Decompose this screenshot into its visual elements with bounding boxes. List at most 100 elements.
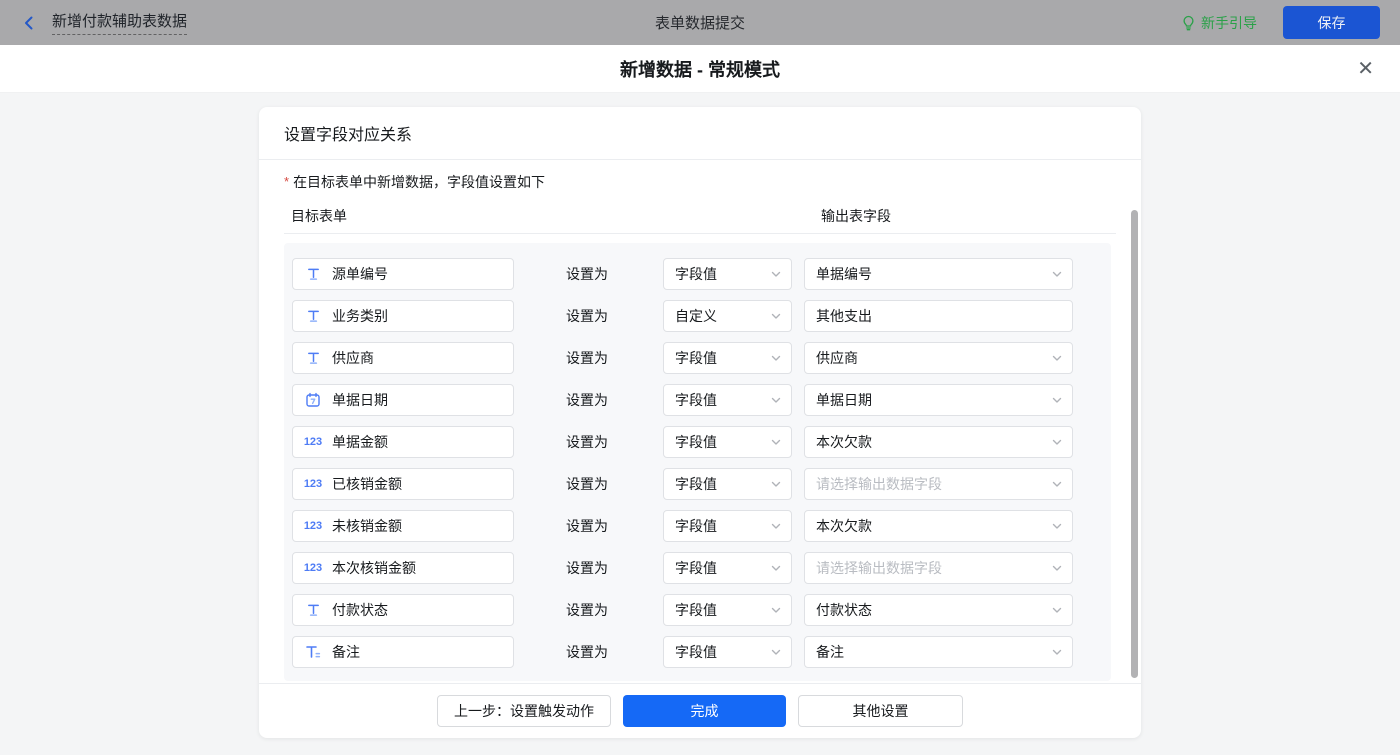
other-settings-button[interactable]: 其他设置 xyxy=(798,695,963,727)
card-header: 设置字段对应关系 xyxy=(259,107,1141,160)
column-target-form: 目标表单 xyxy=(291,206,347,226)
target-field-box[interactable]: 付款状态 xyxy=(292,594,514,626)
set-as-label: 设置为 xyxy=(566,264,641,284)
mode-select-value: 字段值 xyxy=(675,642,717,662)
set-as-label: 设置为 xyxy=(566,516,641,536)
chevron-down-icon xyxy=(1051,604,1063,616)
output-select[interactable]: 备注 xyxy=(804,636,1073,668)
card-title: 设置字段对应关系 xyxy=(284,121,412,145)
mode-select-value: 字段值 xyxy=(675,474,717,494)
required-note: * 在目标表单中新增数据，字段值设置如下 xyxy=(284,170,1116,192)
output-field-value: 备注 xyxy=(816,642,844,662)
close-icon[interactable]: ✕ xyxy=(1357,59,1374,79)
mode-select[interactable]: 字段值 xyxy=(663,594,792,626)
output-select[interactable]: 付款状态 xyxy=(804,594,1073,626)
mode-select[interactable]: 字段值 xyxy=(663,552,792,584)
scrollbar-thumb[interactable] xyxy=(1131,210,1138,678)
output-field-value: 单据编号 xyxy=(816,264,872,284)
target-field-box[interactable]: 业务类别 xyxy=(292,300,514,332)
field-rows: 源单编号 设置为 字段值 单据编号 业务类别 设置为 自定义 其他支出 供应商 … xyxy=(284,243,1111,681)
card-footer: 上一步：设置触发动作 完成 其他设置 xyxy=(259,683,1141,738)
output-select[interactable]: 本次欠款 xyxy=(804,510,1073,542)
target-field-box[interactable]: 供应商 xyxy=(292,342,514,374)
prev-step-button[interactable]: 上一步：设置触发动作 xyxy=(437,695,611,727)
chevron-down-icon xyxy=(1051,646,1063,658)
chevron-down-icon xyxy=(770,352,782,364)
chevron-down-icon xyxy=(770,394,782,406)
mode-select[interactable]: 字段值 xyxy=(663,468,792,500)
chevron-down-icon xyxy=(1051,520,1063,532)
required-asterisk: * xyxy=(284,174,289,189)
target-field-label: 本次核销金额 xyxy=(332,558,416,578)
field-type-textarea-icon xyxy=(305,644,321,660)
mode-select[interactable]: 字段值 xyxy=(663,258,792,290)
set-as-label: 设置为 xyxy=(566,558,641,578)
output-field-value: 请选择输出数据字段 xyxy=(816,474,942,494)
chevron-down-icon xyxy=(1051,562,1063,574)
mapping-row: 供应商 设置为 字段值 供应商 xyxy=(284,342,1111,374)
set-as-label: 设置为 xyxy=(566,432,641,452)
set-as-label: 设置为 xyxy=(566,306,641,326)
target-field-box[interactable]: 单据日期 xyxy=(292,384,514,416)
set-as-label: 设置为 xyxy=(566,600,641,620)
mode-select[interactable]: 字段值 xyxy=(663,342,792,374)
mode-select[interactable]: 字段值 xyxy=(663,510,792,542)
target-field-label: 供应商 xyxy=(332,348,374,368)
output-select[interactable]: 单据编号 xyxy=(804,258,1073,290)
topbar: 表单数据提交 新增付款辅助表数据 新手引导 保存 xyxy=(0,0,1400,45)
back-button[interactable] xyxy=(20,14,38,32)
output-select[interactable]: 请选择输出数据字段 xyxy=(804,552,1073,584)
mapping-row: 单据日期 设置为 字段值 单据日期 xyxy=(284,384,1111,416)
chevron-down-icon xyxy=(770,562,782,574)
beginner-guide-link[interactable]: 新手引导 xyxy=(1181,13,1257,33)
mode-select-value: 字段值 xyxy=(675,390,717,410)
field-type-number-icon: 123 xyxy=(304,562,322,574)
mode-select-value: 字段值 xyxy=(675,558,717,578)
mode-select[interactable]: 字段值 xyxy=(663,384,792,416)
mode-select[interactable]: 字段值 xyxy=(663,636,792,668)
target-field-box[interactable]: 123 单据金额 xyxy=(292,426,514,458)
mode-select-value: 自定义 xyxy=(675,306,717,326)
target-field-box[interactable]: 源单编号 xyxy=(292,258,514,290)
output-select[interactable]: 供应商 xyxy=(804,342,1073,374)
chevron-down-icon xyxy=(1051,268,1063,280)
mode-select-value: 字段值 xyxy=(675,264,717,284)
field-type-text-icon xyxy=(306,350,321,366)
field-type-number-icon: 123 xyxy=(304,478,322,490)
target-field-label: 单据金额 xyxy=(332,432,388,452)
target-field-box[interactable]: 备注 xyxy=(292,636,514,668)
target-field-box[interactable]: 123 已核销金额 xyxy=(292,468,514,500)
target-field-box[interactable]: 123 未核销金额 xyxy=(292,510,514,542)
modal-title: 新增数据 - 常规模式 xyxy=(620,56,780,82)
chevron-down-icon xyxy=(770,646,782,658)
set-as-label: 设置为 xyxy=(566,642,641,662)
field-type-date-icon xyxy=(305,392,321,408)
chevron-down-icon xyxy=(770,520,782,532)
field-type-text-icon xyxy=(306,308,321,324)
chevron-down-icon xyxy=(1051,478,1063,490)
mode-select[interactable]: 字段值 xyxy=(663,426,792,458)
done-button[interactable]: 完成 xyxy=(623,695,786,727)
mapping-row: 123 已核销金额 设置为 字段值 请选择输出数据字段 xyxy=(284,468,1111,500)
field-type-text-icon xyxy=(306,266,321,282)
output-select[interactable]: 单据日期 xyxy=(804,384,1073,416)
output-field-value: 其他支出 xyxy=(816,306,872,326)
output-input[interactable]: 其他支出 xyxy=(804,300,1073,332)
mapping-row: 源单编号 设置为 字段值 单据编号 xyxy=(284,258,1111,290)
chevron-down-icon xyxy=(770,436,782,448)
mapping-row: 123 本次核销金额 设置为 字段值 请选择输出数据字段 xyxy=(284,552,1111,584)
card-content: * 在目标表单中新增数据，字段值设置如下 目标表单 输出表字段 源单编号 设置为… xyxy=(259,160,1141,683)
target-field-label: 已核销金额 xyxy=(332,474,402,494)
field-type-text-icon xyxy=(306,602,321,618)
modal-header: 新增数据 - 常规模式 ✕ xyxy=(0,45,1400,93)
output-select[interactable]: 本次欠款 xyxy=(804,426,1073,458)
output-field-value: 本次欠款 xyxy=(816,432,872,452)
beginner-guide-label: 新手引导 xyxy=(1201,13,1257,33)
flow-title[interactable]: 新增付款辅助表数据 xyxy=(52,10,187,35)
field-type-number-icon: 123 xyxy=(304,520,322,532)
column-output-fields: 输出表字段 xyxy=(821,206,891,226)
output-select[interactable]: 请选择输出数据字段 xyxy=(804,468,1073,500)
mode-select[interactable]: 自定义 xyxy=(663,300,792,332)
save-button[interactable]: 保存 xyxy=(1283,6,1380,39)
target-field-box[interactable]: 123 本次核销金额 xyxy=(292,552,514,584)
